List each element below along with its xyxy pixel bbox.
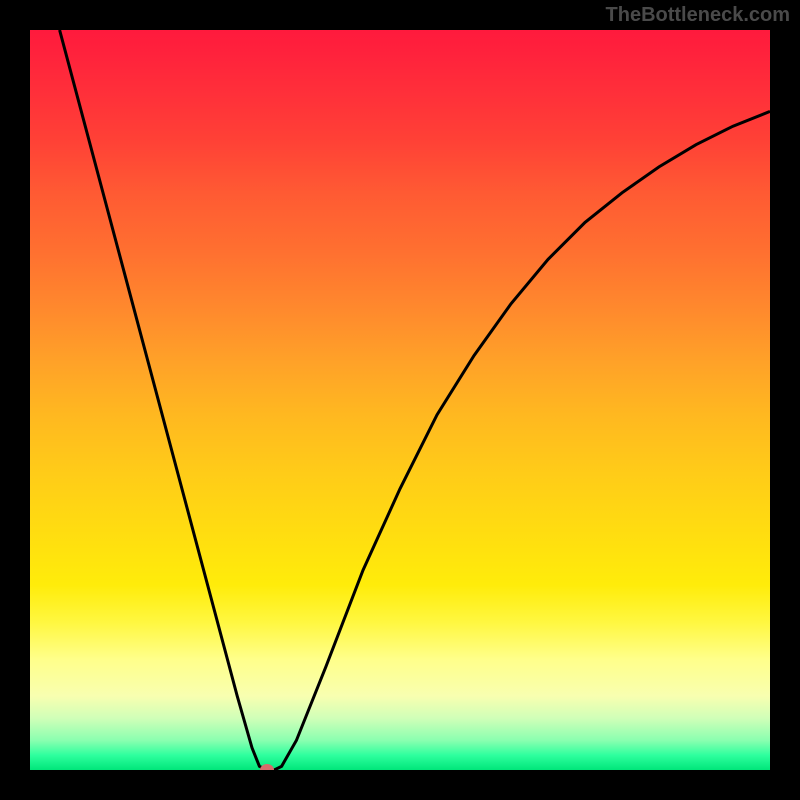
plot-area <box>30 30 770 770</box>
bottleneck-curve <box>30 30 770 770</box>
watermark-text: TheBottleneck.com <box>606 4 790 27</box>
sweet-spot-marker <box>260 764 274 770</box>
